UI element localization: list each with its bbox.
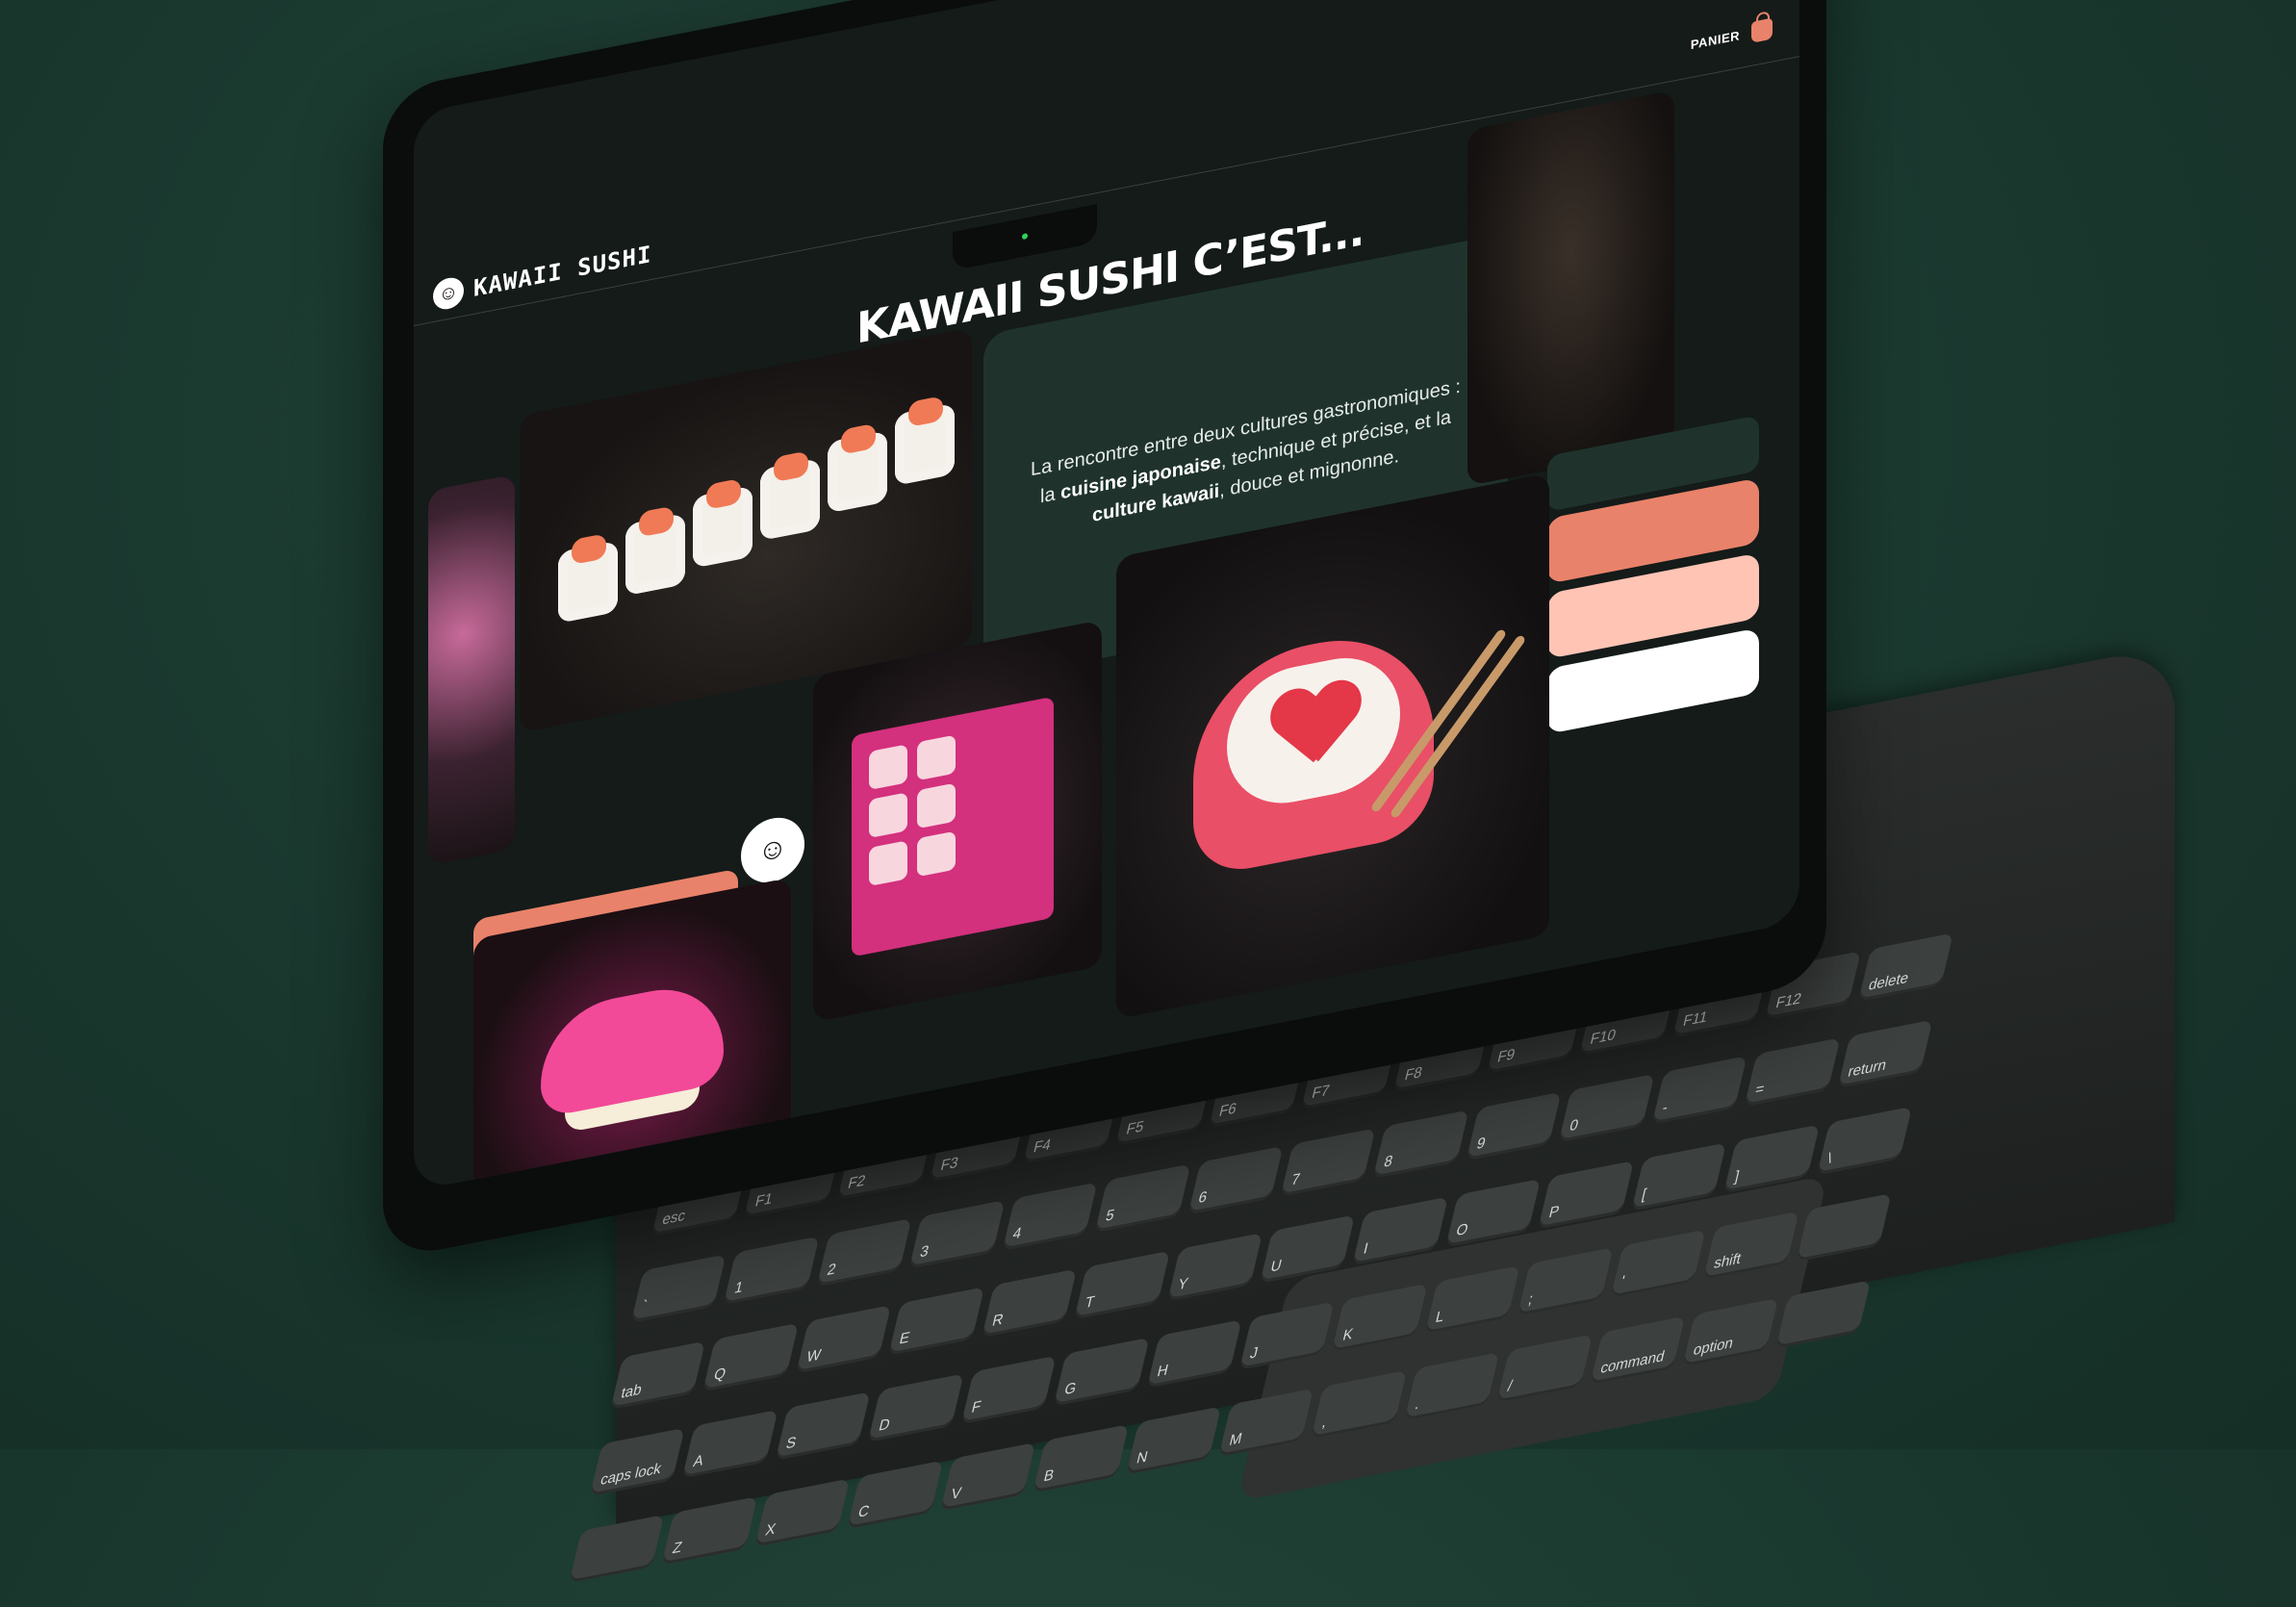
keyboard-key[interactable]: G	[1053, 1337, 1150, 1407]
keyboard-key[interactable]: 8	[1373, 1110, 1469, 1179]
keyboard-key[interactable]: shift	[1702, 1211, 1799, 1281]
keyboard-key[interactable]: P	[1538, 1161, 1634, 1230]
keyboard-key[interactable]: I	[1352, 1196, 1448, 1265]
keyboard-key[interactable]: command	[1589, 1315, 1686, 1386]
keyboard-key[interactable]: Q	[702, 1322, 799, 1392]
keyboard-key[interactable]: V	[939, 1441, 1036, 1512]
keyboard-key[interactable]: tab	[610, 1340, 706, 1410]
keyboard-key[interactable]: 2	[816, 1217, 912, 1288]
keyboard-key[interactable]: 6	[1187, 1145, 1284, 1215]
color-palette	[1547, 477, 1759, 744]
keyboard-key[interactable]: 5	[1094, 1163, 1191, 1233]
keyboard-key[interactable]: A	[682, 1409, 778, 1479]
keyboard-key[interactable]	[1774, 1280, 1872, 1349]
keyboard-key[interactable]: '	[1610, 1229, 1706, 1298]
keyboard-key[interactable]: X	[754, 1478, 851, 1547]
keyboard-key[interactable]: D	[867, 1373, 964, 1442]
keyboard-key[interactable]: [	[1630, 1142, 1727, 1212]
keyboard-key[interactable]: Y	[1166, 1233, 1263, 1302]
keyboard-key[interactable]: /	[1496, 1334, 1593, 1403]
keyboard-key[interactable]: caps lock	[589, 1427, 686, 1497]
keyboard-key[interactable]: F	[960, 1355, 1057, 1425]
brand-name: KAWAII SUSHI	[473, 240, 652, 302]
flower-sushi-image	[428, 473, 515, 867]
keyboard-key[interactable]: .	[1404, 1352, 1500, 1421]
sushi-platter-image	[1467, 89, 1674, 487]
keyboard-key[interactable]	[1796, 1193, 1892, 1263]
keyboard-key[interactable]: `	[630, 1254, 727, 1323]
keyboard-key[interactable]: 1	[724, 1236, 820, 1305]
cart-button[interactable]: PANIER	[1690, 17, 1773, 56]
keyboard-key[interactable]	[569, 1514, 665, 1584]
keyboard-key[interactable]: 9	[1466, 1091, 1562, 1161]
keyboard-key[interactable]: 0	[1558, 1073, 1655, 1143]
keyboard-key[interactable]: Z	[661, 1496, 758, 1566]
panda-logo-icon: ☺	[433, 274, 464, 313]
keyboard-key[interactable]: 7	[1280, 1128, 1376, 1197]
camera-indicator	[1022, 232, 1028, 241]
keyboard-key[interactable]: L	[1424, 1265, 1520, 1335]
keyboard-key[interactable]: S	[775, 1391, 871, 1461]
keyboard-key[interactable]: J	[1238, 1301, 1336, 1370]
shopping-bag-icon	[1751, 17, 1773, 43]
keyboard-key[interactable]: option	[1682, 1297, 1778, 1367]
keyboard-key[interactable]: K	[1332, 1283, 1428, 1353]
keyboard-key[interactable]: U	[1260, 1214, 1356, 1284]
keyboard-key[interactable]: ;	[1517, 1247, 1614, 1316]
keyboard-key[interactable]: =	[1744, 1037, 1841, 1107]
keyboard-key[interactable]: H	[1146, 1319, 1242, 1389]
keyboard-key[interactable]: ]	[1723, 1124, 1820, 1193]
keyboard-key[interactable]: 3	[908, 1200, 1006, 1269]
keyboard-key[interactable]: C	[847, 1460, 943, 1529]
keyboard-key[interactable]: T	[1074, 1250, 1170, 1320]
keyboard-key[interactable]: B	[1033, 1424, 1129, 1493]
keyboard-key[interactable]: R	[981, 1268, 1078, 1338]
heart-sushi-image	[1116, 472, 1549, 1020]
pink-sushi-box-image	[813, 620, 1102, 1023]
keyboard-key[interactable]: ,	[1311, 1369, 1408, 1440]
cart-label: PANIER	[1690, 27, 1740, 52]
keyboard-key[interactable]: W	[795, 1305, 892, 1374]
keyboard-key[interactable]: N	[1125, 1406, 1222, 1475]
keyboard-key[interactable]: E	[888, 1287, 984, 1356]
keyboard-key[interactable]: O	[1444, 1178, 1542, 1248]
keyboard-key[interactable]: \	[1816, 1106, 1913, 1176]
keyboard-key[interactable]: -	[1651, 1056, 1748, 1125]
keyboard-key[interactable]: 4	[1002, 1182, 1098, 1251]
panda-logo-badge: ☺	[741, 812, 804, 888]
brand[interactable]: ☺ KAWAII SUSHI	[433, 239, 652, 313]
keyboard-key[interactable]: M	[1218, 1388, 1314, 1457]
keyboard-key[interactable]: return	[1837, 1019, 1933, 1089]
